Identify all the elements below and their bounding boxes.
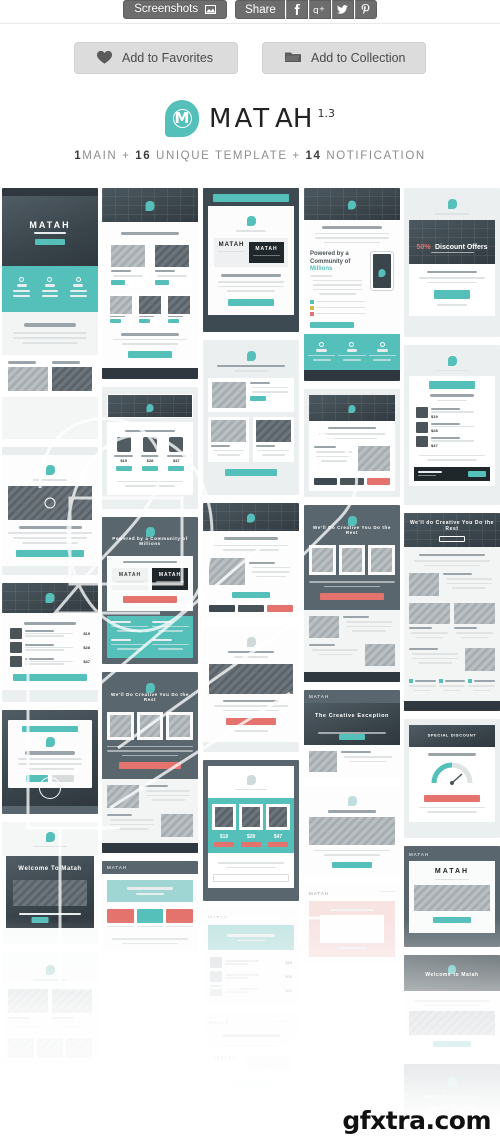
share-group: Share g + (235, 0, 377, 19)
googleplus-icon[interactable]: g + (308, 0, 331, 19)
tagline-mid-2: UNIQUE TEMPLATE + (151, 150, 306, 162)
gauge-icon (431, 762, 473, 785)
collection-label: Add to Collection (311, 51, 406, 65)
favorites-label: Add to Favorites (122, 51, 214, 65)
screenshots-label: Screenshots (134, 3, 199, 15)
thumbnail-video-promo[interactable] (2, 446, 98, 575)
thumbnail-welcome-matah-2[interactable] (304, 786, 400, 877)
action-buttons: Add to Favorites Add to Collection (0, 42, 500, 74)
share-label: Share (235, 0, 285, 19)
product-tagline: 1MAIN + 16 UNIQUE TEMPLATE + 14 NOTIFICA… (0, 150, 500, 162)
tagline-mid: MAIN + (82, 150, 136, 162)
grid-column-1: MATAH $19 $28 $47 Welcome To Matah (2, 188, 98, 1082)
tagline-template-count: 16 (135, 150, 152, 162)
thumbnail-welcome-matah-3[interactable]: Welcome to Matah (404, 955, 500, 1056)
add-to-favorites-button[interactable]: Add to Favorites (74, 42, 238, 74)
thumbnail-pink-promo[interactable]: MATAH (304, 884, 400, 963)
grid-column-2: $19 $28 $47 Powered by a Community of Mi… (102, 188, 198, 961)
phone-mockup (370, 251, 394, 291)
template-thumbnail-grid[interactable]: MATAH $19 $28 $47 Welcome To Matah $19 $… (0, 188, 500, 1118)
twitter-icon[interactable] (331, 0, 354, 19)
facebook-icon[interactable] (285, 0, 308, 19)
wordmark-part-3: H (292, 103, 316, 134)
matah-shield-logo: M (165, 100, 200, 137)
thumbnail-creative-banner[interactable]: We'll Do Creative You Do the Rest (304, 505, 400, 682)
thumbnail-campaign-tablet[interactable]: MATAH MATAH (203, 188, 299, 332)
image-icon (205, 5, 217, 14)
thumbnail-order-receipt[interactable]: $19 $28 $47 (404, 344, 500, 505)
thumbnail-special-discount[interactable] (203, 625, 299, 752)
thumbnail-welcome-emaila[interactable] (203, 502, 299, 618)
wordmark-part-1: MAT (209, 103, 273, 134)
grid-column-3: MATAH MATAH $19 $28 $47 MATAH $19 $28 $4… (203, 188, 299, 1106)
svg-text:g: g (313, 6, 319, 14)
thumbnail-gallery-light[interactable] (2, 952, 98, 1074)
thumbnail-matah-dark-promo[interactable]: MATAH MATAH (404, 845, 500, 947)
thumbnail-welcome-emaila-2[interactable] (304, 388, 400, 497)
thumbnail-limited-gauge[interactable]: SPECIAL DISCOUNT (404, 719, 500, 838)
thumbnail-limited-offers[interactable] (102, 188, 198, 379)
thumbnail-welcome-matah[interactable]: Welcome To Matah (2, 821, 98, 944)
thumbnail-creative-rest-phone[interactable]: Powered by a Community of Millions (304, 188, 400, 381)
thumbnail-welcome-hero[interactable]: MATAH The Creative Exception (304, 690, 400, 778)
grid-column-5: 50% Discount Offers $19 $28 $47 We'll do… (404, 188, 500, 1118)
thumbnail-invited-dark[interactable] (2, 709, 98, 814)
thumbnail-discount-50[interactable]: 50% Discount Offers (404, 188, 500, 337)
version-badge: 1.3 (317, 106, 335, 120)
tagline-main-count: 1 (74, 150, 83, 162)
tagline-end: NOTIFICATION (321, 150, 426, 162)
thumbnail-promotional-light[interactable]: MATAH $19 $28 $41 (203, 909, 299, 1005)
thumbnail-thank-you-order[interactable]: MATAH MATAH MATAH (203, 1013, 299, 1098)
site-watermark: gfxtra.com (342, 1106, 491, 1135)
product-wordmark: MATAH 1.3 (209, 104, 335, 134)
thumbnail-brand-deals[interactable]: MATAH (102, 861, 198, 953)
grid-column-4: Powered by a Community of Millions We'll… (304, 188, 400, 971)
thumbnail-creative-rest[interactable]: We'll Do Creative You Do the Rest (102, 671, 198, 853)
thumbnail-new-products[interactable]: $19 $28 $47 (2, 582, 98, 702)
top-toolbar: Screenshots Share g + (0, 0, 500, 22)
screenshots-button[interactable]: Screenshots (123, 0, 228, 19)
svg-text:+: + (319, 5, 325, 13)
wordmark-part-2: A (272, 103, 293, 134)
pinterest-icon[interactable] (354, 0, 377, 19)
toolbar-divider (0, 23, 500, 24)
tagline-notification-count: 14 (305, 150, 322, 162)
heart-icon (96, 50, 113, 66)
product-logo: M MATAH 1.3 (0, 100, 500, 137)
logo-letter: M (172, 109, 192, 128)
thumbnail-community-light[interactable] (203, 339, 299, 495)
folder-icon (285, 51, 301, 65)
thumbnail-creative-hero-wide[interactable]: We'll do Creative You Do the Rest (404, 512, 500, 711)
thumbnail-offers-tablet[interactable]: $19 $28 $47 (102, 386, 198, 509)
thumbnail-shop-teal[interactable]: $19 $28 $47 (203, 759, 299, 901)
thumbnail-main-hero[interactable]: MATAH (2, 188, 98, 439)
add-to-collection-button[interactable]: Add to Collection (262, 42, 426, 74)
thumbnail-community-dark[interactable]: Powered by a Community of Millions MATAH… (102, 516, 198, 664)
